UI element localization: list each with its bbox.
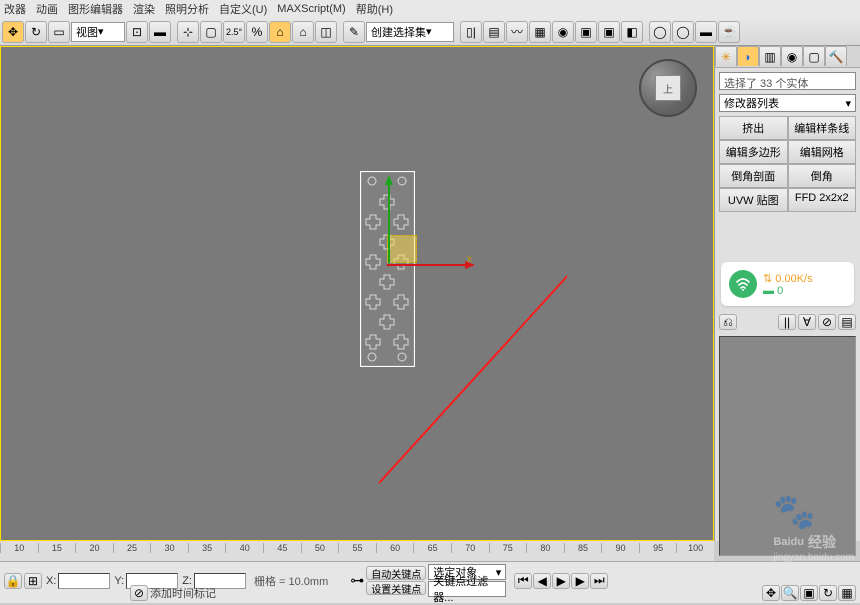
mod-editmesh-button[interactable]: 编辑网格 xyxy=(788,140,857,164)
align-icon[interactable]: ▯| xyxy=(460,21,482,43)
select-move-icon[interactable]: ✥ xyxy=(2,21,24,43)
curve-editor-icon[interactable]: 〰 xyxy=(506,21,528,43)
menu-customize[interactable]: 自定义(U) xyxy=(219,1,267,17)
play-icon[interactable]: ▶ xyxy=(552,573,570,589)
viewcube-top-face[interactable]: 上 xyxy=(655,75,681,101)
material-explorer-icon[interactable]: ◧ xyxy=(621,21,643,43)
goto-end-icon[interactable]: ⏭ xyxy=(590,573,608,589)
mirror-icon[interactable]: ◫ xyxy=(315,21,337,43)
teapot-icon[interactable]: ☕ xyxy=(718,21,740,43)
orbit-icon[interactable]: ↻ xyxy=(819,585,837,601)
time-ruler[interactable]: 1015 2025 3035 4045 5055 6065 7075 8085 … xyxy=(0,541,714,561)
modifier-list-dropdown[interactable]: 修改器列表▾ xyxy=(719,94,856,112)
mod-bevelprofile-button[interactable]: 倒角剖面 xyxy=(719,164,788,188)
menu-lighting[interactable]: 照明分析 xyxy=(165,1,209,17)
wifi-rate: 0.00K/s xyxy=(775,273,812,285)
tab-motion-icon[interactable]: ◉ xyxy=(781,46,803,66)
autokey-button[interactable]: 自动关键点 xyxy=(366,566,426,580)
pin-stack-icon[interactable]: ⎌ xyxy=(719,314,737,330)
rotate-icon[interactable]: ↻ xyxy=(25,21,47,43)
menu-maxscript[interactable]: MAXScript(M) xyxy=(277,3,345,15)
named-sel-dropdown[interactable]: 创建选择集▾ xyxy=(366,22,454,42)
x-label: X: xyxy=(46,575,56,587)
menu-rendering[interactable]: 渲染 xyxy=(133,1,155,17)
quickrender-icon[interactable]: ◯ xyxy=(649,21,671,43)
lock-icon[interactable]: 🔒 xyxy=(4,573,22,589)
menu-help[interactable]: 帮助(H) xyxy=(356,1,393,17)
angle-snap-icon[interactable]: 2.5° xyxy=(223,21,245,43)
render-frame-icon[interactable]: ▣ xyxy=(598,21,620,43)
coord-mode-icon[interactable]: ⊞ xyxy=(24,573,42,589)
timetag-icon[interactable]: ⊘ xyxy=(130,585,148,601)
menu-animation[interactable]: 动画 xyxy=(36,1,58,17)
setkey-button[interactable]: 设置关键点 xyxy=(366,581,426,595)
viewcube[interactable]: 上 xyxy=(639,59,697,117)
spinner-snap-icon[interactable]: ⌂ xyxy=(269,21,291,43)
schematic-icon[interactable]: ▦ xyxy=(529,21,551,43)
snap3d-icon[interactable]: ▢ xyxy=(200,21,222,43)
unique-icon[interactable]: ∀ xyxy=(798,314,816,330)
wifi-count: 0 xyxy=(777,285,783,297)
show-end-icon[interactable]: || xyxy=(778,314,796,330)
remove-mod-icon[interactable]: ⊘ xyxy=(818,314,836,330)
spinner2-icon[interactable]: ⌂ xyxy=(292,21,314,43)
percent-snap-icon[interactable]: % xyxy=(246,21,268,43)
refcoord-dropdown[interactable]: 视图▾ xyxy=(71,22,125,42)
key-icon: ⊶ xyxy=(350,572,364,589)
mod-uvwmap-button[interactable]: UVW 贴图 xyxy=(719,188,788,212)
status-bar: 🔒 ⊞ X: Y: Z: 栅格 = 10.0mm ⊶ 自动关键点 设置关键点 选… xyxy=(0,561,860,603)
menu-modifiers[interactable]: 改器 xyxy=(4,1,26,17)
material-editor-icon[interactable]: ◉ xyxy=(552,21,574,43)
network-overlay: ⇅ 0.00K/s ▬ 0 xyxy=(721,262,854,306)
selection-name-field[interactable]: 选择了 33 个实体 xyxy=(719,72,856,90)
tab-utilities-icon[interactable]: 🔨 xyxy=(825,46,847,66)
mod-extrude-button[interactable]: 挤出 xyxy=(719,116,788,140)
menu-grapheditors[interactable]: 图形编辑器 xyxy=(68,1,123,17)
next-frame-icon[interactable]: ▶ xyxy=(571,573,589,589)
mod-bevel-button[interactable]: 倒角 xyxy=(788,164,857,188)
grid-label: 栅格 = 10.0mm xyxy=(254,573,328,589)
prev-frame-icon[interactable]: ◀ xyxy=(533,573,551,589)
tab-display-icon[interactable]: ▢ xyxy=(803,46,825,66)
layer-icon[interactable]: ▤ xyxy=(483,21,505,43)
viewport-container: 上 x xyxy=(0,46,714,541)
viewport[interactable]: 上 x xyxy=(0,46,714,541)
gizmo-x-label: x xyxy=(467,254,472,265)
tab-create-icon[interactable]: ✳ xyxy=(715,46,737,66)
modifier-stack-list[interactable] xyxy=(719,336,856,556)
annotation-arrow xyxy=(11,93,567,588)
gizmo-y-axis[interactable] xyxy=(385,175,393,265)
render-prod-icon[interactable]: ◯ xyxy=(672,21,694,43)
gizmo-x-axis[interactable] xyxy=(387,261,477,271)
timetag-label[interactable]: 添加时间标记 xyxy=(150,585,216,601)
snap-icon[interactable]: ⊹ xyxy=(177,21,199,43)
scale-icon[interactable]: ▭ xyxy=(48,21,70,43)
main-toolbar: ✥ ↻ ▭ 视图▾ ⊡ ▬ ⊹ ▢ 2.5° % ⌂ ⌂ ◫ ✎ 创建选择集▾ … xyxy=(0,18,860,46)
zoom-icon[interactable]: 🔍 xyxy=(781,585,799,601)
x-coord-input[interactable] xyxy=(58,573,110,589)
maximize-viewport-icon[interactable]: ▦ xyxy=(838,585,856,601)
goto-start-icon[interactable]: ⏮ xyxy=(514,573,532,589)
tab-hierarchy-icon[interactable]: ▥ xyxy=(759,46,781,66)
render-preset-icon[interactable]: ▬ xyxy=(695,21,717,43)
tab-modify-icon[interactable]: ◗ xyxy=(737,46,759,66)
key-filter-dropdown[interactable]: 关键点过滤器... xyxy=(428,581,506,597)
select-lock-icon[interactable]: ▬ xyxy=(149,21,171,43)
command-panel: ✳ ◗ ▥ ◉ ▢ 🔨 选择了 33 个实体 修改器列表▾ 挤出 编辑样条线 编… xyxy=(714,46,860,541)
pivot-icon[interactable]: ⊡ xyxy=(126,21,148,43)
mod-editpoly-button[interactable]: 编辑多边形 xyxy=(719,140,788,164)
mod-editspline-button[interactable]: 编辑样条线 xyxy=(788,116,857,140)
mod-ffd-button[interactable]: FFD 2x2x2 xyxy=(788,188,857,212)
configure-sets-icon[interactable]: ▤ xyxy=(838,314,856,330)
y-label: Y: xyxy=(114,575,124,587)
render-setup-icon[interactable]: ▣ xyxy=(575,21,597,43)
pan-icon[interactable]: ✥ xyxy=(762,585,780,601)
wifi-icon xyxy=(729,270,757,298)
zoom-extents-icon[interactable]: ▣ xyxy=(800,585,818,601)
named-sel-icon[interactable]: ✎ xyxy=(343,21,365,43)
